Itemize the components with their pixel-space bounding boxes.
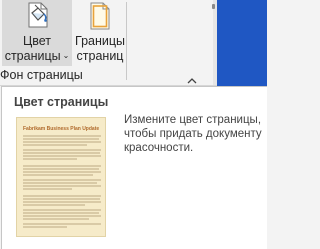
preview-text-lines [23, 135, 101, 228]
ribbon-group-page-background: Цвет страницы ⌄ Границы страниц Фон стран… [0, 0, 213, 86]
tooltip-description: Измените цвет страницы, чтобы придать до… [124, 113, 264, 155]
page-borders-button[interactable]: Границы страниц [74, 0, 126, 66]
tooltip-description-line: Измените цвет страницы, [124, 114, 262, 126]
tooltip-title: Цвет страницы [14, 95, 109, 109]
group-separator [126, 2, 127, 80]
page-color-tooltip: Цвет страницы Fabrikam Business Plan Upd… [1, 86, 267, 249]
page-borders-label-line2: страниц [76, 49, 124, 63]
paint-bucket-page-icon [26, 1, 52, 29]
chevron-up-icon[interactable] [187, 72, 197, 84]
window-background-strip [217, 0, 267, 86]
page-color-label-line2: страницы ⌄ [4, 48, 70, 63]
page-color-label-line1: Цвет [22, 34, 51, 48]
preview-page-thumbnail: Fabrikam Business Plan Update [16, 117, 106, 237]
dropdown-caret-icon[interactable]: ⌄ [63, 48, 70, 63]
tooltip-description-line: красочности. [124, 142, 194, 154]
scroll-thumb[interactable] [212, 4, 215, 9]
group-label: Фон страницы [0, 68, 83, 82]
page-borders-icon [89, 1, 111, 31]
tooltip-description-line: чтобы придать документу [124, 128, 262, 140]
page-color-button[interactable]: Цвет страницы ⌄ [2, 0, 72, 66]
page-borders-label-line1: Границы [75, 34, 125, 48]
